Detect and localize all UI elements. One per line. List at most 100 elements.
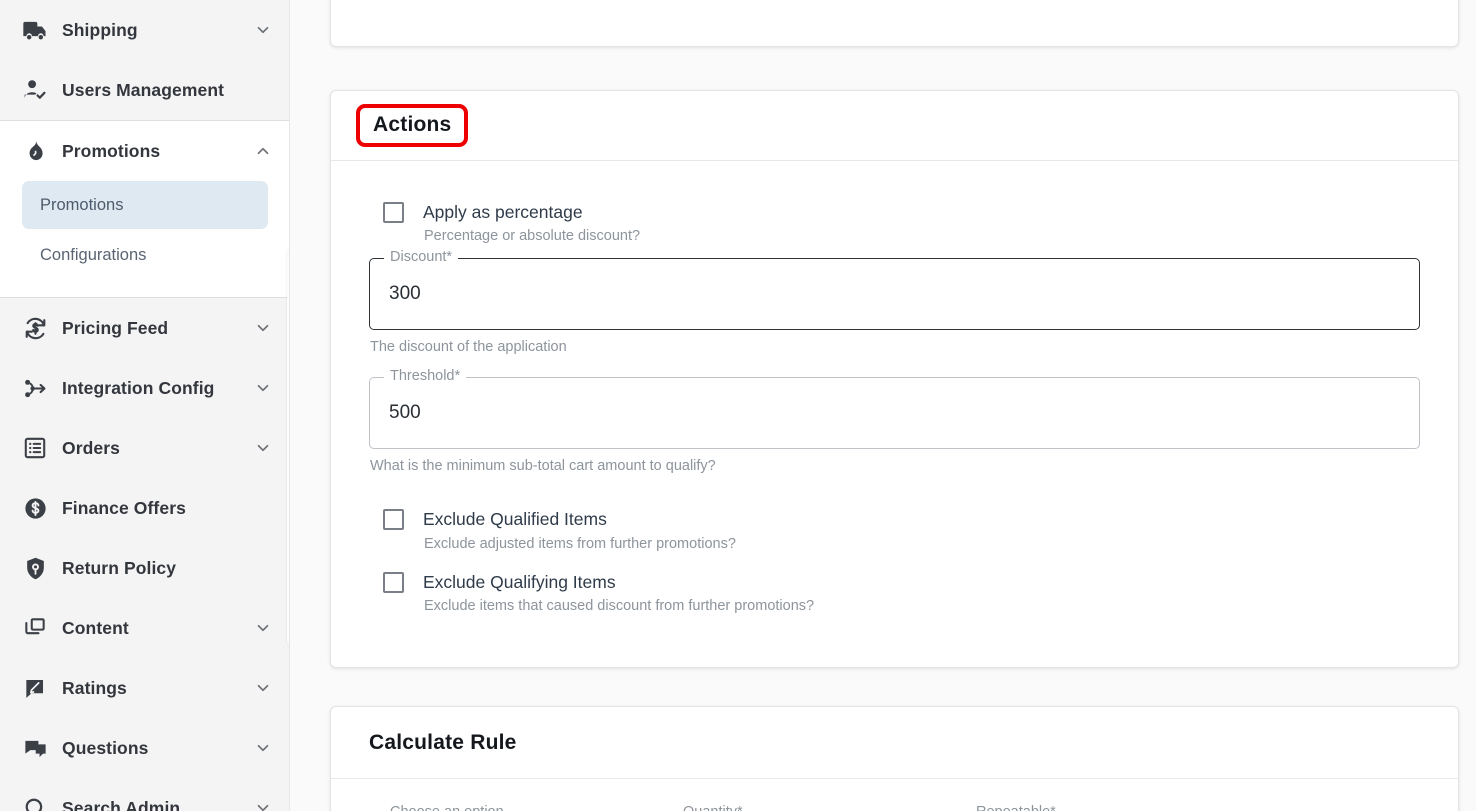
review-pencil-icon: [20, 673, 50, 703]
actions-card-title: Actions: [356, 104, 469, 147]
apply-as-percentage-row[interactable]: Apply as percentage: [369, 199, 1420, 225]
discount-field[interactable]: Discount* 300: [369, 250, 1420, 331]
sidebar-label-content: Content: [62, 617, 129, 638]
discount-field-box[interactable]: Discount* 300: [369, 250, 1420, 331]
actions-card: Actions Apply as percentage Percentage o…: [330, 90, 1459, 668]
threshold-field[interactable]: Threshold* 500: [369, 369, 1420, 450]
sidebar-label-shipping: Shipping: [62, 19, 138, 40]
sidebar-group-finance-offers: Finance Offers: [0, 478, 290, 538]
sidebar-subitem-label: Configurations: [40, 245, 147, 264]
sidebar-item-promotions[interactable]: Promotions: [0, 121, 290, 181]
chevron-down-icon[interactable]: [254, 679, 272, 697]
sidebar-label-questions: Questions: [62, 737, 149, 758]
sidebar-label-integration-config: Integration Config: [62, 377, 215, 398]
sidebar-subitem-promotions[interactable]: Promotions: [22, 181, 268, 229]
quantity-field-legend: Quantity*: [677, 805, 749, 811]
exclude-qualified-items-help: Exclude adjusted items from further prom…: [424, 535, 736, 552]
sidebar-item-ratings[interactable]: Ratings: [0, 658, 290, 718]
shield-check-icon: [20, 553, 50, 583]
sidebar-group-users-management: Users Management: [0, 60, 290, 120]
sidebar-group-search-admin: Search Admin: [0, 778, 290, 811]
chevron-down-icon[interactable]: [254, 319, 272, 337]
chevron-down-icon[interactable]: [254, 21, 272, 39]
apply-as-percentage-checkbox[interactable]: [383, 202, 404, 223]
no-chevron: [254, 499, 272, 517]
sidebar-item-users-management[interactable]: Users Management: [0, 60, 290, 120]
sidebar-label-search-admin: Search Admin: [62, 797, 181, 811]
sidebar-group-ratings: Ratings: [0, 658, 290, 718]
sidebar-group-pricing-feed: Pricing Feed: [0, 298, 290, 358]
chat-bubbles-icon: [20, 733, 50, 763]
sidebar-item-pricing-feed[interactable]: Pricing Feed: [0, 298, 290, 358]
exclude-qualifying-items-checkbox[interactable]: [383, 571, 404, 593]
sidebar-group-promotions: Promotions Promotions Configurations: [0, 120, 290, 298]
sidebar-label-finance-offers: Finance Offers: [62, 497, 186, 518]
chevron-up-icon[interactable]: [254, 142, 272, 160]
sidebar-group-content: Content: [0, 598, 290, 658]
main-content: Actions Apply as percentage Percentage o…: [290, 0, 1476, 811]
flame-icon: [20, 136, 50, 166]
apply-as-percentage-label: Apply as percentage: [423, 202, 583, 222]
calculate-rule-card-title: Calculate Rule: [369, 730, 517, 754]
actions-title-highlight-box: Actions: [356, 104, 469, 147]
exclude-qualified-items-row[interactable]: Exclude Qualified Items: [369, 506, 1420, 532]
chevron-down-icon[interactable]: [254, 379, 272, 397]
truck-icon: [20, 15, 50, 45]
sidebar-label-ratings: Ratings: [62, 677, 127, 698]
repeatable-field-legend: Repeatable*: [970, 805, 1062, 811]
sidebar-group-integration-config: Integration Config: [0, 358, 290, 418]
dollar-refresh-icon: [20, 313, 50, 343]
sidebar-item-shipping[interactable]: Shipping: [0, 0, 290, 60]
sidebar-subitem-label: Promotions: [40, 195, 124, 214]
exclude-qualifying-items-row[interactable]: Exclude Qualifying Items: [369, 569, 1420, 595]
threshold-field-legend: Threshold*: [384, 369, 467, 384]
sidebar-label-return-policy: Return Policy: [62, 557, 177, 578]
exclude-qualified-items-label: Exclude Qualified Items: [423, 509, 607, 530]
calculate-rule-card: Calculate Rule Choose an option Quantity…: [330, 706, 1459, 811]
previous-card-partial: [330, 0, 1459, 47]
exclude-qualifying-items-label: Exclude Qualifying Items: [423, 571, 616, 592]
threshold-help: What is the minimum sub-total cart amoun…: [370, 458, 716, 475]
sidebar-subnav-promotions: Promotions Configurations: [0, 181, 290, 297]
no-chevron: [254, 559, 272, 577]
sidebar-item-return-policy[interactable]: Return Policy: [0, 538, 290, 598]
exclude-qualifying-items-help: Exclude items that caused discount from …: [424, 598, 815, 615]
sidebar-item-search-admin[interactable]: Search Admin: [0, 778, 290, 811]
discount-help: The discount of the application: [370, 339, 567, 356]
sidebar: Shipping Users Management Promotions Pro…: [0, 0, 290, 811]
chevron-down-icon[interactable]: [254, 739, 272, 757]
user-check-icon: [20, 75, 50, 105]
chevron-down-icon[interactable]: [254, 439, 272, 457]
branch-icon: [20, 373, 50, 403]
sidebar-item-integration-config[interactable]: Integration Config: [0, 358, 290, 418]
calculate-rule-card-header: Calculate Rule: [331, 707, 1458, 779]
chevron-down-icon[interactable]: [254, 799, 272, 811]
sidebar-group-shipping: Shipping: [0, 0, 290, 60]
discount-field-value[interactable]: 300: [386, 283, 421, 305]
dollar-circle-icon: [20, 493, 50, 523]
exclude-qualified-items-checkbox[interactable]: [383, 509, 404, 531]
list-box-icon: [20, 433, 50, 463]
threshold-field-value[interactable]: 500: [386, 402, 421, 424]
sidebar-group-orders: Orders: [0, 418, 290, 478]
sidebar-label-pricing-feed: Pricing Feed: [62, 317, 169, 338]
sidebar-label-users-management: Users Management: [62, 79, 225, 100]
sidebar-item-finance-offers[interactable]: Finance Offers: [0, 478, 290, 538]
sidebar-item-questions[interactable]: Questions: [0, 718, 290, 778]
sidebar-subitem-configurations[interactable]: Configurations: [22, 231, 268, 279]
threshold-field-box[interactable]: Threshold* 500: [369, 369, 1420, 450]
apply-as-percentage-help: Percentage or absolute discount?: [424, 228, 641, 245]
sidebar-label-orders: Orders: [62, 437, 120, 458]
sidebar-group-questions: Questions: [0, 718, 290, 778]
sidebar-item-orders[interactable]: Orders: [0, 418, 290, 478]
sidebar-item-content[interactable]: Content: [0, 598, 290, 658]
discount-field-legend: Discount*: [384, 250, 459, 265]
magnifier-icon: [20, 793, 50, 811]
actions-card-header: Actions: [331, 91, 1458, 161]
chevron-down-icon[interactable]: [254, 619, 272, 637]
actions-card-body: Apply as percentage Percentage or absolu…: [331, 161, 1458, 614]
sidebar-label-promotions: Promotions: [62, 140, 161, 161]
no-chevron: [254, 81, 272, 99]
sidebar-group-return-policy: Return Policy: [0, 538, 290, 598]
app-root: Shipping Users Management Promotions Pro…: [0, 0, 1476, 811]
